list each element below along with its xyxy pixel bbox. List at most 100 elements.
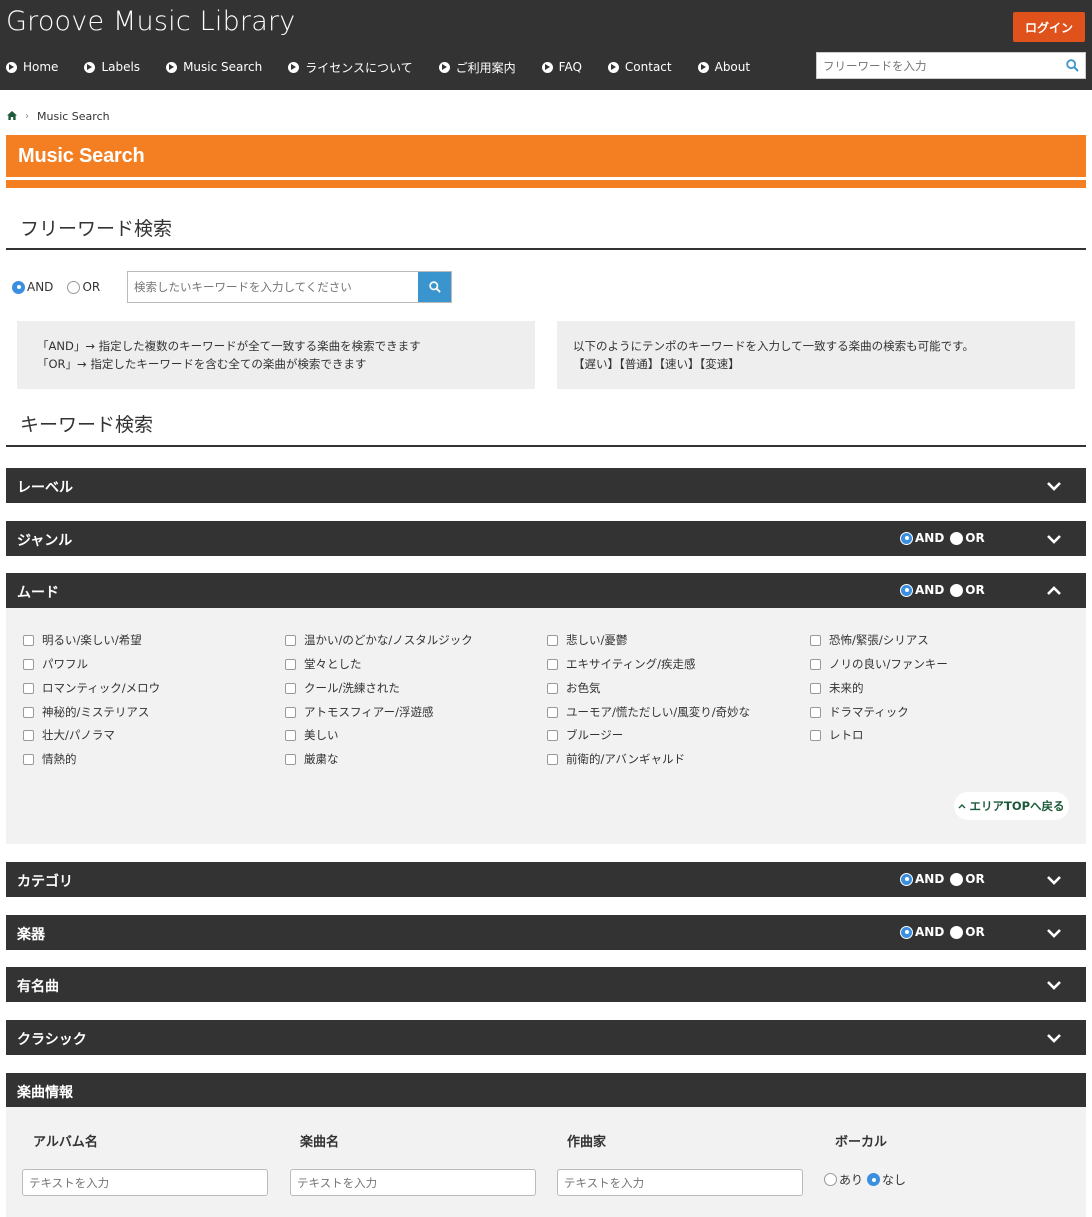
mood-checkbox[interactable]: 恐怖/緊張/シリアス (810, 632, 929, 648)
keyword-heading: キーワード検索 (6, 410, 1086, 447)
site-title[interactable]: Groove Music Library (6, 6, 295, 37)
nav-item-about[interactable]: About (697, 60, 750, 74)
site-header: Groove Music Library ログイン Home Labels Mu… (0, 0, 1092, 90)
mood-checkbox[interactable]: 厳粛な (285, 751, 339, 767)
instrument-or-radio[interactable]: OR (950, 925, 985, 939)
chevron-down-icon[interactable] (1045, 976, 1063, 994)
title-underline (6, 180, 1086, 188)
tempo-info: 以下のようにテンポのキーワードを入力して一致する楽曲の検索も可能です。 【遅い】… (557, 321, 1075, 389)
circle-arrow-icon (288, 61, 300, 73)
mood-checkbox[interactable]: ノリの良い/ファンキー (810, 656, 948, 672)
mood-checkbox[interactable]: ユーモア/慌ただしい/風変り/奇妙な (547, 704, 750, 720)
mood-checkbox[interactable]: 温かい/のどかな/ノスタルジック (285, 632, 473, 648)
mood-checkbox[interactable]: 前衛的/アバンギャルド (547, 751, 685, 767)
circle-arrow-icon (6, 61, 17, 73)
chevron-down-icon[interactable] (1045, 530, 1063, 548)
song-info-panel: アルバム名 楽曲名 作曲家 ボーカル あり なし (6, 1107, 1086, 1217)
mood-and-radio[interactable]: AND (900, 583, 944, 597)
free-word-or-radio[interactable]: OR (67, 280, 100, 294)
category-or-radio[interactable]: OR (950, 872, 985, 886)
page-title: Music Search (18, 145, 145, 167)
home-icon[interactable] (7, 110, 17, 123)
circle-arrow-icon (607, 61, 619, 73)
search-icon (428, 281, 441, 293)
composer-input[interactable] (557, 1169, 803, 1196)
header-search-input[interactable] (817, 53, 1059, 78)
accordion-famous[interactable]: 有名曲 (6, 967, 1086, 1002)
mood-checkbox[interactable]: 悲しい/憂鬱 (547, 632, 627, 648)
breadcrumb-separator: › (25, 111, 29, 122)
mood-checkbox[interactable]: ドラマティック (810, 704, 909, 720)
area-top-button[interactable]: エリアTOPへ戻る (954, 792, 1069, 820)
nav-item-home[interactable]: Home (6, 60, 58, 74)
free-word-input[interactable] (128, 272, 418, 302)
vocal-options: あり なし (824, 1171, 906, 1188)
mood-or-radio[interactable]: OR (950, 583, 985, 597)
nav-item-faq[interactable]: FAQ (541, 60, 582, 74)
nav-item-guide[interactable]: ご利用案内 (438, 59, 516, 76)
vocal-yes-radio[interactable]: あり (824, 1171, 863, 1188)
mood-checkbox[interactable]: 美しい (285, 727, 339, 743)
mood-checkbox[interactable]: ブルージー (547, 727, 623, 743)
circle-arrow-icon (84, 61, 96, 73)
breadcrumb: › Music Search (7, 110, 110, 123)
chevron-up-icon (958, 804, 966, 809)
composer-label: 作曲家 (567, 1135, 607, 1150)
login-button[interactable]: ログイン (1013, 12, 1085, 42)
main-nav: Home Labels Music Search ライセンスについて ご利用案内… (6, 58, 776, 76)
accordion-label[interactable]: レーベル (6, 468, 1086, 503)
accordion-mood[interactable]: ムード AND OR (6, 573, 1086, 608)
breadcrumb-current: Music Search (37, 110, 110, 123)
mood-checkbox[interactable]: レトロ (810, 727, 864, 743)
genre-and-radio[interactable]: AND (900, 531, 944, 545)
free-word-and-radio[interactable]: AND (12, 280, 53, 294)
category-mode: AND OR (900, 872, 985, 886)
nav-item-music-search[interactable]: Music Search (166, 60, 262, 74)
instrument-and-radio[interactable]: AND (900, 925, 944, 939)
nav-item-contact[interactable]: Contact (607, 60, 672, 74)
mood-checkbox[interactable]: 堂々とした (285, 656, 362, 672)
genre-mode: AND OR (900, 531, 985, 545)
album-input[interactable] (22, 1169, 268, 1196)
chevron-down-icon[interactable] (1045, 924, 1063, 942)
vocal-label: ボーカル (835, 1135, 888, 1150)
free-word-search-button[interactable] (418, 272, 451, 302)
chevron-down-icon[interactable] (1045, 871, 1063, 889)
mood-checkbox[interactable]: パワフル (23, 656, 88, 672)
mood-checkbox[interactable]: 情熱的 (23, 751, 77, 767)
title-label: 楽曲名 (300, 1135, 340, 1150)
circle-arrow-icon (166, 61, 178, 73)
circle-arrow-icon (697, 61, 709, 73)
mood-mode: AND OR (900, 583, 985, 597)
chevron-up-icon[interactable] (1045, 582, 1063, 600)
circle-arrow-icon (438, 61, 450, 73)
and-or-info: 「AND」→ 指定した複数のキーワードが全て一致する楽曲を検索できます 「OR」… (17, 321, 535, 389)
accordion-category[interactable]: カテゴリ AND OR (6, 862, 1086, 897)
mood-checkbox[interactable]: アトモスフィアー/浮遊感 (285, 704, 433, 720)
mood-checkbox[interactable]: 壮大/パノラマ (23, 727, 115, 743)
chevron-down-icon[interactable] (1045, 477, 1063, 495)
nav-item-license[interactable]: ライセンスについて (288, 59, 413, 76)
mood-checkbox[interactable]: ロマンティック/メロウ (23, 680, 160, 696)
mood-checkbox[interactable]: 神秘的/ミステリアス (23, 704, 149, 720)
circle-arrow-icon (541, 61, 553, 73)
free-word-mode: AND OR (12, 280, 100, 294)
mood-checkbox[interactable]: 明るい/楽しい/希望 (23, 632, 142, 648)
vocal-no-radio[interactable]: なし (867, 1171, 906, 1188)
accordion-instrument[interactable]: 楽器 AND OR (6, 915, 1086, 950)
mood-checkbox[interactable]: 未来的 (810, 680, 864, 696)
mood-checkbox[interactable]: お色気 (547, 680, 601, 696)
song-info-bar: 楽曲情報 (6, 1073, 1086, 1108)
free-word-heading: フリーワード検索 (6, 214, 1086, 250)
chevron-down-icon[interactable] (1045, 1029, 1063, 1047)
accordion-classic[interactable]: クラシック (6, 1020, 1086, 1055)
mood-checkbox[interactable]: エキサイティング/疾走感 (547, 656, 695, 672)
title-input[interactable] (290, 1169, 536, 1196)
mood-checkbox[interactable]: クール/洗練された (285, 680, 400, 696)
nav-item-labels[interactable]: Labels (84, 60, 140, 74)
genre-or-radio[interactable]: OR (950, 531, 985, 545)
search-icon[interactable] (1059, 53, 1085, 78)
mood-panel: 明るい/楽しい/希望 パワフル ロマンティック/メロウ 神秘的/ミステリアス 壮… (6, 608, 1086, 844)
category-and-radio[interactable]: AND (900, 872, 944, 886)
accordion-genre[interactable]: ジャンル AND OR (6, 521, 1086, 556)
